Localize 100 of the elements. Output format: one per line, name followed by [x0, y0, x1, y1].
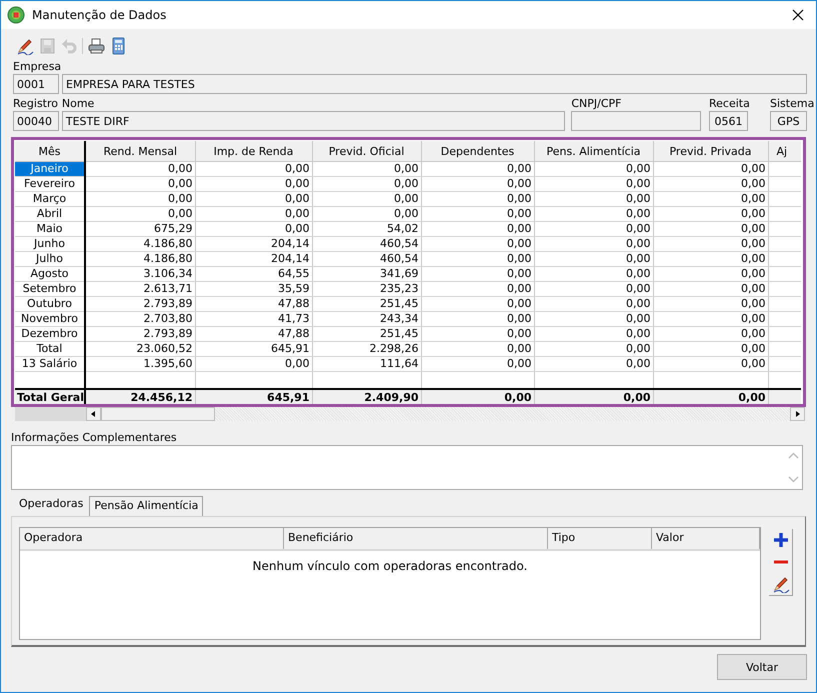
table-cell: 0,00 [195, 192, 312, 206]
column-header[interactable]: Operadora [20, 528, 284, 549]
table-cell: 0,00 [534, 312, 653, 326]
column-header[interactable]: Imp. de Renda [195, 141, 312, 162]
table-cell: 0,00 [653, 282, 768, 296]
close-icon[interactable] [792, 9, 804, 21]
pencil-icon[interactable] [16, 37, 34, 55]
table-cell: 0,00 [534, 162, 653, 176]
table-cell: 0,00 [421, 192, 534, 206]
row-header[interactable]: Abril [15, 206, 85, 222]
scrollbar-corner [15, 407, 86, 421]
row-header[interactable]: Junho [15, 236, 85, 252]
row-header[interactable]: Agosto [15, 266, 85, 282]
column-header[interactable]: Pens. Alimentícia [534, 141, 653, 162]
table-cell: 4.186,80 [85, 252, 195, 266]
row-header[interactable]: Dezembro [15, 326, 85, 342]
table-cell: 251,45 [312, 296, 421, 312]
back-button[interactable]: Voltar [717, 654, 807, 680]
table-cell: 243,34 [312, 312, 421, 326]
text-field[interactable]: 0001 [13, 74, 59, 94]
table-cell: 0,00 [653, 206, 768, 222]
text-field[interactable]: 00040 [13, 111, 59, 131]
row-header[interactable]: Setembro [15, 282, 85, 296]
row-header[interactable]: Março [15, 192, 85, 206]
field-label: Sistema [770, 97, 814, 110]
table-cell: 251,45 [312, 326, 421, 342]
table-cell: 341,69 [312, 266, 421, 282]
pencil-icon[interactable] [772, 575, 790, 593]
table-cell: 0,00 [421, 356, 534, 372]
field-label: CNPJ/CPF [571, 97, 622, 110]
scroll-thumb[interactable] [101, 407, 215, 421]
table-cell: 0,00 [312, 176, 421, 192]
add-icon[interactable] [772, 531, 790, 549]
total-label: Total Geral [15, 389, 85, 404]
table-cell: 0,00 [534, 206, 653, 222]
row-header[interactable]: Novembro [15, 312, 85, 326]
total-cell: 24.456,12 [85, 389, 195, 404]
table-cell: 0,00 [653, 192, 768, 206]
column-header[interactable]: Previd. Oficial [312, 141, 421, 162]
printer-icon[interactable] [87, 37, 105, 55]
table-cell: 0,00 [421, 222, 534, 236]
table-cell: 2.703,80 [85, 312, 195, 326]
column-header[interactable]: Mês [15, 141, 85, 162]
table-cell: 0,00 [421, 252, 534, 266]
table-cell: 0,00 [534, 192, 653, 206]
column-header[interactable]: Dependentes [421, 141, 534, 162]
table-cell: 0,00 [653, 326, 768, 342]
text-field[interactable]: GPS [770, 111, 807, 131]
table-cell: 0,00 [421, 206, 534, 222]
window-title: Manutenção de Dados [32, 8, 166, 22]
text-field[interactable]: EMPRESA PARA TESTES [62, 74, 807, 94]
row-header[interactable]: Julho [15, 252, 85, 266]
table-cell: 1.395,60 [85, 356, 195, 372]
table-cell: 0,00 [195, 356, 312, 372]
row-header[interactable]: Maio [15, 222, 85, 236]
tab[interactable]: Pensão Alimentícia [89, 496, 204, 516]
column-header[interactable]: Aj [768, 141, 801, 162]
table-cell: 0,00 [653, 236, 768, 252]
row-header[interactable]: 13 Salário [15, 356, 85, 372]
table-cell: 0,00 [653, 222, 768, 236]
text-field[interactable] [571, 111, 701, 131]
column-header[interactable]: Valor [652, 528, 760, 549]
table-cell: 0,00 [85, 206, 195, 222]
table-cell: 0,00 [421, 162, 534, 176]
table-cell: 2.793,89 [85, 326, 195, 342]
column-header[interactable]: Rend. Mensal [85, 141, 195, 162]
table-cell: 0,00 [421, 282, 534, 296]
table-cell: 0,00 [534, 236, 653, 252]
table-cell: 54,02 [312, 222, 421, 236]
column-header[interactable]: Beneficiário [284, 528, 548, 549]
table-cell: 0,00 [534, 222, 653, 236]
text-field[interactable]: 0561 [709, 111, 748, 131]
table-cell: 0,00 [653, 176, 768, 192]
total-cell: 645,91 [195, 389, 312, 404]
row-header[interactable]: Fevereiro [15, 176, 85, 192]
table-cell: 235,23 [312, 282, 421, 296]
table-cell: 0,00 [534, 266, 653, 282]
table-cell: 0,00 [534, 356, 653, 372]
row-header[interactable]: Total [15, 342, 85, 356]
table-cell: 0,00 [421, 176, 534, 192]
table-cell: 0,00 [85, 176, 195, 192]
table-cell: 0,00 [534, 296, 653, 312]
table-cell: 0,00 [653, 296, 768, 312]
table-cell: 64,55 [195, 266, 312, 282]
text-field[interactable]: TESTE DIRF [62, 111, 566, 131]
table-cell: 0,00 [534, 326, 653, 342]
field-label: Registro [13, 97, 58, 110]
column-header[interactable]: Previd. Privada [653, 141, 768, 162]
table-cell: 2.793,89 [85, 296, 195, 312]
total-cell: 0,00 [421, 389, 534, 404]
row-header[interactable]: Outubro [15, 296, 85, 312]
table-cell: 0,00 [195, 222, 312, 236]
table-cell: 204,14 [195, 252, 312, 266]
column-header[interactable]: Tipo [548, 528, 652, 549]
horizontal-scrollbar[interactable] [15, 407, 805, 421]
table-cell: 675,29 [85, 222, 195, 236]
table-cell: 0,00 [653, 252, 768, 266]
row-header[interactable]: Janeiro [15, 162, 85, 176]
field-label: Receita [709, 97, 750, 110]
table-cell: 460,54 [312, 236, 421, 252]
